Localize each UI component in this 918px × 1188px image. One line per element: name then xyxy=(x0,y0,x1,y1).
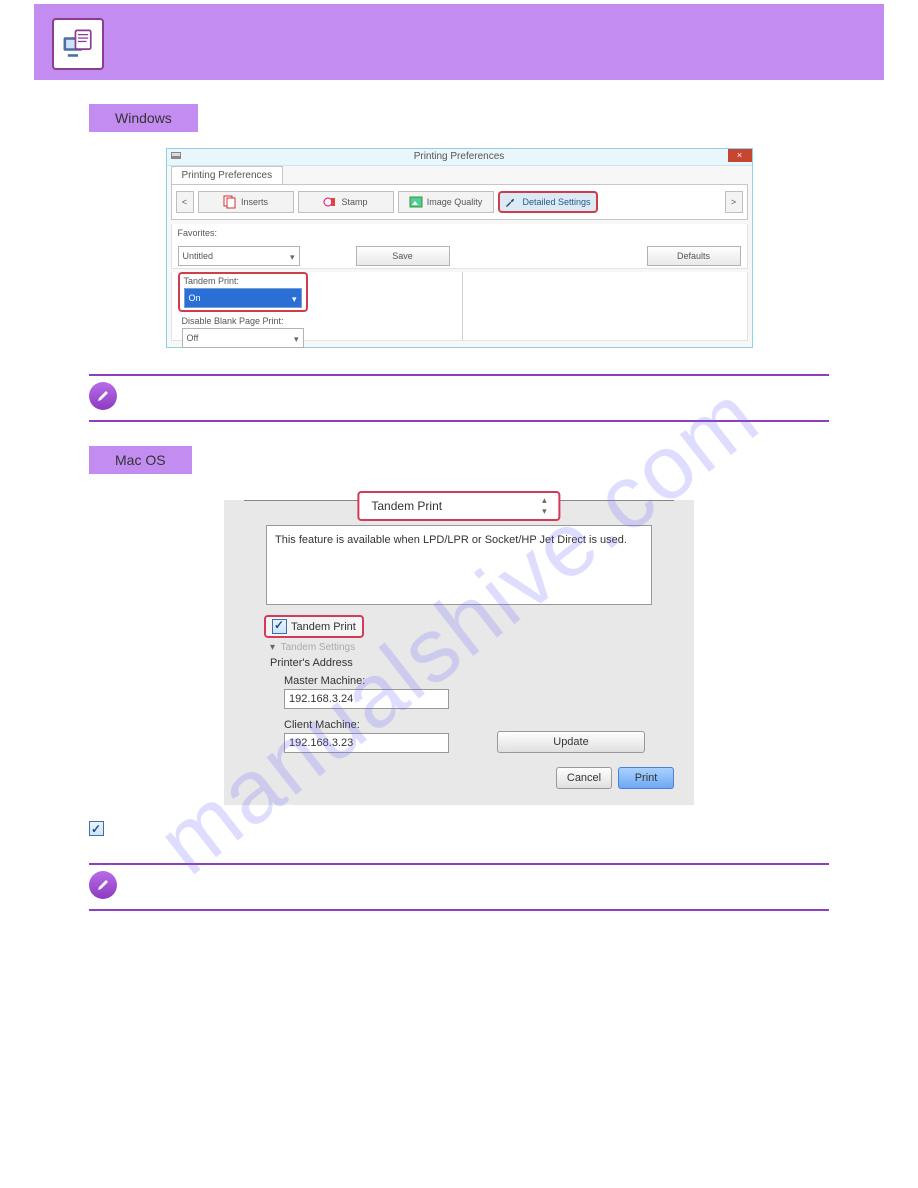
printers-address-label: Printer's Address xyxy=(270,657,694,669)
image-quality-icon xyxy=(409,195,423,209)
tab-inserts-label: Inserts xyxy=(241,197,268,207)
divider xyxy=(89,374,829,376)
page-header-bar xyxy=(34,4,884,80)
tab-detailed-settings[interactable]: Detailed Settings xyxy=(498,191,598,213)
tandem-print-label: Tandem Print: xyxy=(184,276,302,286)
cancel-button[interactable]: Cancel xyxy=(556,767,612,789)
tab-printing-preferences[interactable]: Printing Preferences xyxy=(171,166,284,184)
master-machine-input[interactable]: 192.168.3.24 xyxy=(284,689,449,709)
tab-image-quality[interactable]: Image Quality xyxy=(398,191,494,213)
update-button[interactable]: Update xyxy=(497,731,645,753)
close-icon[interactable]: × xyxy=(728,149,752,162)
body-paragraph xyxy=(89,819,829,837)
inline-check-icon xyxy=(89,821,104,836)
defaults-button[interactable]: Defaults xyxy=(647,246,741,266)
stamp-icon xyxy=(323,195,337,209)
favorites-dropdown[interactable]: Untitled xyxy=(178,246,300,266)
blank-page-label: Disable Blank Page Print: xyxy=(182,316,747,326)
client-machine-input[interactable]: 192.168.3.23 xyxy=(284,733,449,753)
favorites-label: Favorites: xyxy=(178,228,741,238)
tab-stamp[interactable]: Stamp xyxy=(298,191,394,213)
section-heading-windows: Windows xyxy=(89,104,198,132)
tandem-print-field: Tandem Print: On xyxy=(178,272,308,312)
windows-printing-preferences-dialog: Printing Preferences × Printing Preferen… xyxy=(166,148,753,348)
disclosure-row[interactable]: ▾ Tandem Settings xyxy=(270,642,694,653)
inserts-icon xyxy=(223,195,237,209)
info-box: This feature is available when LPD/LPR o… xyxy=(266,525,652,605)
tandem-print-dropdown[interactable]: On xyxy=(184,288,302,308)
note-row xyxy=(89,871,829,899)
tab-inserts[interactable]: Inserts xyxy=(198,191,294,213)
tandem-print-checkbox-label: Tandem Print xyxy=(291,621,356,633)
client-machine-label: Client Machine: xyxy=(284,719,694,731)
save-button[interactable]: Save xyxy=(356,246,450,266)
tab-stamp-label: Stamp xyxy=(341,197,367,207)
updown-icon: ▴▾ xyxy=(542,495,547,517)
tab-detailed-label: Detailed Settings xyxy=(522,197,590,207)
panel-selector-label: Tandem Print xyxy=(371,499,442,513)
master-machine-label: Master Machine: xyxy=(284,675,694,687)
mac-print-dialog: Tandem Print ▴▾ This feature is availabl… xyxy=(224,500,694,805)
wrench-icon xyxy=(504,195,518,209)
pencil-note-icon xyxy=(89,382,117,410)
tab-image-quality-label: Image Quality xyxy=(427,197,483,207)
tandem-settings-header: Tandem Settings xyxy=(281,642,356,653)
info-text: This feature is available when LPD/LPR o… xyxy=(275,534,627,546)
nav-prev-button[interactable]: < xyxy=(176,191,194,213)
panel-selector-dropdown[interactable]: Tandem Print ▴▾ xyxy=(357,491,560,521)
note-row xyxy=(89,382,829,410)
section-heading-mac: Mac OS xyxy=(89,446,192,474)
header-doc-icon xyxy=(52,18,104,70)
checkmark-icon xyxy=(272,619,287,634)
tandem-print-checkbox[interactable]: Tandem Print xyxy=(264,615,364,638)
print-button[interactable]: Print xyxy=(618,767,674,789)
blank-page-dropdown[interactable]: Off xyxy=(182,328,304,348)
nav-next-button[interactable]: > xyxy=(725,191,743,213)
window-icon xyxy=(171,151,181,164)
divider xyxy=(89,863,829,865)
divider xyxy=(89,420,829,422)
divider xyxy=(89,909,829,911)
pencil-note-icon xyxy=(89,871,117,899)
dialog-title: Printing Preferences xyxy=(414,151,505,162)
